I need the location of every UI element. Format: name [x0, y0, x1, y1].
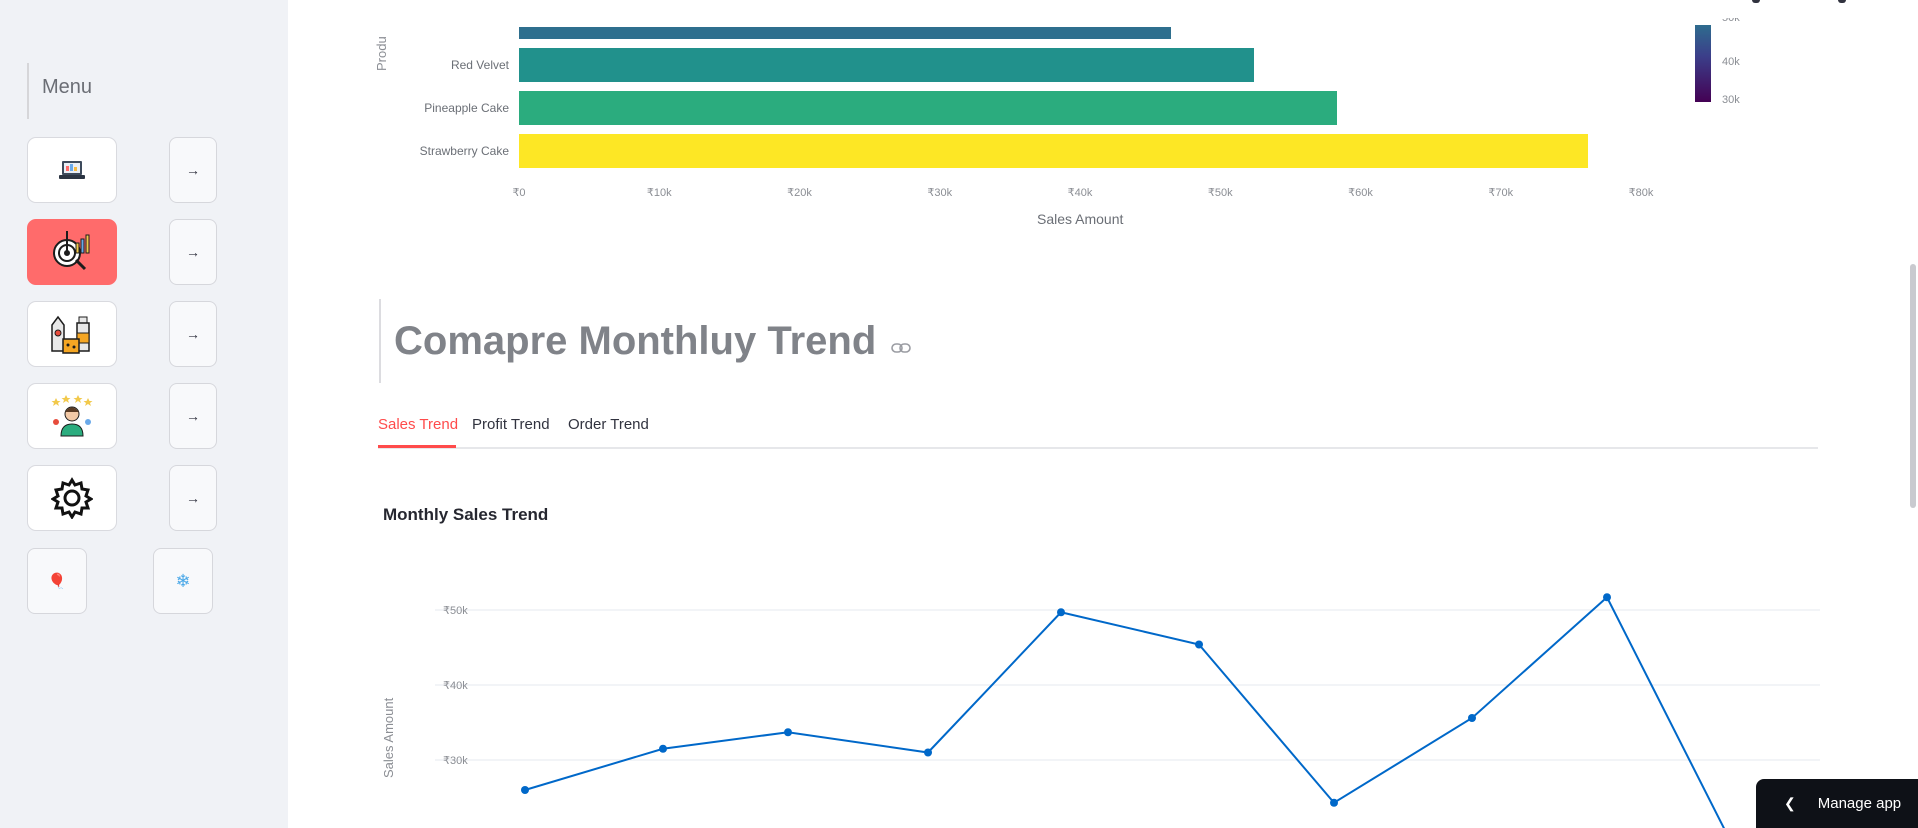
- top-toolbar-fragment: [1752, 0, 1862, 4]
- bar-x-tick: ₹80k: [1628, 187, 1654, 199]
- app-root: Menu → → → → → 🎈 ❄ Produ Red Velvet Pine…: [0, 0, 1918, 828]
- colorbar: [1695, 25, 1711, 102]
- nav-settings-arrow-button[interactable]: →: [169, 465, 217, 531]
- bar-x-tick: ₹30k: [927, 187, 953, 199]
- colorbar-label-50k: 50k: [1722, 18, 1740, 24]
- line-point: [1057, 608, 1065, 617]
- sidebar: Menu → → → → → 🎈 ❄: [0, 0, 288, 828]
- page-title: Comapre Monthluy Trend: [394, 319, 877, 363]
- gear-icon: [51, 477, 93, 519]
- line-y-ticks: ₹50k ₹40k ₹30k: [443, 605, 468, 767]
- bar-x-tick: ₹20k: [787, 187, 812, 199]
- bar-red-velvet: [519, 48, 1254, 82]
- line-points: [521, 593, 1611, 807]
- nav-dashboard-arrow-button[interactable]: →: [169, 137, 217, 203]
- line-point: [659, 744, 667, 753]
- analytics-target-icon: [53, 231, 90, 271]
- bar-x-tick: ₹40k: [1067, 187, 1093, 199]
- line-y-tick: ₹30k: [443, 755, 468, 767]
- tab-sales-trend[interactable]: Sales Trend: [378, 416, 458, 433]
- nav-products-button[interactable]: [27, 301, 117, 367]
- nav-customers-arrow-button[interactable]: →: [169, 383, 217, 449]
- bar-label-strawberry-cake: Strawberry Cake: [419, 144, 509, 158]
- nav-settings-button[interactable]: [27, 465, 117, 531]
- line-chart-title: Monthly Sales Trend: [383, 505, 549, 524]
- bar-x-axis-title: Sales Amount: [1037, 211, 1124, 227]
- bar-label-red-velvet: Red Velvet: [450, 58, 509, 72]
- section-heading-block: Comapre Monthluy Trend: [379, 299, 911, 383]
- line-y-tick: ₹50k: [443, 605, 468, 617]
- trend-tabs: Sales Trend Profit Trend Order Trend: [378, 412, 1818, 449]
- line-chart: ₹50k ₹40k ₹30k Sales Amount: [381, 593, 1820, 828]
- line-point: [1330, 798, 1338, 807]
- balloon-button[interactable]: 🎈: [27, 548, 87, 614]
- line-grid: [435, 609, 1820, 761]
- tab-profit-trend[interactable]: Profit Trend: [472, 416, 550, 433]
- bar-partial: [519, 27, 1172, 39]
- bakery-products-icon: [51, 315, 90, 354]
- line-point: [521, 786, 529, 794]
- active-tab-indicator: [378, 445, 456, 448]
- line-y-axis-label: Sales Amount: [381, 697, 396, 778]
- bar-strawberry-cake: [519, 134, 1588, 168]
- link-icon[interactable]: [890, 341, 911, 359]
- nav-analytics-arrow-button[interactable]: →: [169, 219, 217, 285]
- line-point: [784, 728, 792, 737]
- line-point: [1195, 640, 1203, 649]
- nav-customers-button[interactable]: [27, 383, 117, 449]
- nav-products-arrow-button[interactable]: →: [169, 301, 217, 367]
- manage-app-button[interactable]: ❮ Manage app: [1756, 779, 1918, 828]
- line-series-path: [524, 595, 1725, 828]
- snowflake-button[interactable]: ❄: [153, 548, 213, 614]
- manage-app-label: Manage app: [1817, 795, 1902, 812]
- bar-x-tick: ₹50k: [1207, 187, 1233, 199]
- snowflake-icon: ❄: [175, 570, 191, 591]
- nav-dashboard-button[interactable]: [27, 137, 117, 203]
- laptop-dashboard-icon: [59, 161, 85, 179]
- line-point: [924, 748, 932, 757]
- page-scrollbar[interactable]: [1910, 264, 1916, 508]
- bar-label-pineapple-cake: Pineapple Cake: [424, 101, 509, 115]
- tab-order-trend[interactable]: Order Trend: [568, 416, 649, 433]
- line-point: [1468, 714, 1476, 722]
- chevron-left-icon: ❮: [1784, 795, 1796, 811]
- balloon-icon: 🎈: [47, 573, 67, 590]
- sidebar-menu-title: Menu: [27, 63, 92, 119]
- nav-analytics-button[interactable]: [27, 219, 117, 285]
- bar-x-tick: ₹10k: [646, 187, 672, 199]
- bar-pineapple-cake: [519, 91, 1337, 125]
- colorbar-label-30k: 30k: [1722, 94, 1740, 106]
- colorbar-label-40k: 40k: [1722, 56, 1740, 68]
- bar-x-tick: ₹60k: [1348, 187, 1373, 199]
- line-y-tick: ₹40k: [443, 680, 468, 692]
- bar-x-tick: ₹70k: [1488, 187, 1514, 199]
- customer-rating-icon: [51, 395, 93, 437]
- bar-x-tick: ₹0: [512, 187, 526, 199]
- line-point: [1603, 593, 1611, 602]
